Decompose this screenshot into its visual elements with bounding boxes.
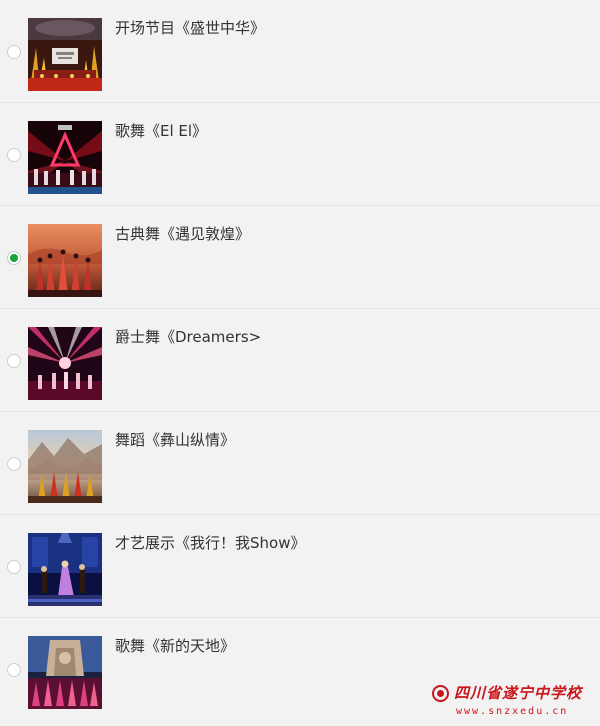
list-item[interactable]: 才艺展示《我行！我Show》 — [0, 515, 600, 618]
watermark-school-name: 四川省遂宁中学校 — [454, 684, 583, 702]
list-item[interactable]: 歌舞《El El》 — [0, 103, 600, 206]
stage-opening-thumbnail[interactable] — [28, 18, 102, 91]
item-title[interactable]: 歌舞《El El》 — [115, 120, 207, 141]
radio-button[interactable] — [7, 148, 21, 162]
watermark-url: www.snzxedu.cn — [456, 706, 569, 717]
item-title[interactable]: 爵士舞《Dreamers> — [115, 326, 261, 347]
song-dance-thumbnail[interactable] — [28, 636, 102, 709]
folk-dance-thumbnail[interactable] — [28, 430, 102, 503]
list-item[interactable]: 爵士舞《Dreamers> — [0, 309, 600, 412]
program-list: 开场节目《盛世中华》 歌舞《El El》 古典舞《遇见敦煌》 爵士舞《Dream… — [0, 0, 600, 721]
radio-button[interactable] — [7, 560, 21, 574]
list-item[interactable]: 开场节目《盛世中华》 — [0, 0, 600, 103]
talent-show-thumbnail[interactable] — [28, 533, 102, 606]
classical-dance-thumbnail[interactable] — [28, 224, 102, 297]
list-item[interactable]: 舞蹈《彝山纵情》 — [0, 412, 600, 515]
radio-button-selected[interactable] — [7, 251, 21, 265]
item-title[interactable]: 开场节目《盛世中华》 — [115, 17, 265, 38]
stage-laser-triangle-thumbnail[interactable] — [28, 121, 102, 194]
item-title[interactable]: 舞蹈《彝山纵情》 — [115, 429, 235, 450]
school-logo-icon — [432, 685, 449, 702]
radio-button[interactable] — [7, 663, 21, 677]
item-title[interactable]: 才艺展示《我行！我Show》 — [115, 532, 305, 553]
radio-button[interactable] — [7, 457, 21, 471]
radio-button[interactable] — [7, 354, 21, 368]
radio-button[interactable] — [7, 45, 21, 59]
jazz-dance-thumbnail[interactable] — [28, 327, 102, 400]
item-title[interactable]: 古典舞《遇见敦煌》 — [115, 223, 250, 244]
list-item[interactable]: 古典舞《遇见敦煌》 — [0, 206, 600, 309]
item-title[interactable]: 歌舞《新的天地》 — [115, 635, 235, 656]
school-watermark: 四川省遂宁中学校 www.snzxedu.cn — [432, 682, 592, 722]
